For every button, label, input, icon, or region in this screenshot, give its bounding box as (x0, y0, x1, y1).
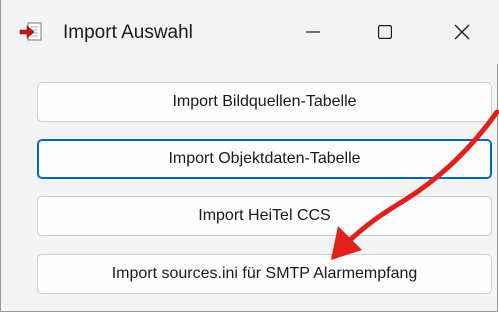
import-heitel-ccs-button[interactable]: Import HeiTel CCS (37, 196, 492, 236)
button-panel: Import Bildquellen-Tabelle Import Objekt… (11, 64, 492, 304)
minimize-button[interactable] (282, 0, 344, 64)
window-title: Import Auswahl (63, 22, 193, 43)
minimize-icon (306, 25, 320, 39)
import-objektdaten-button[interactable]: Import Objektdaten-Tabelle (37, 139, 492, 179)
import-sources-ini-button[interactable]: Import sources.ini für SMTP Alarmempfang (37, 254, 492, 294)
import-bildquellen-button[interactable]: Import Bildquellen-Tabelle (37, 82, 492, 122)
import-arrow-icon (19, 22, 43, 42)
import-auswahl-window: Import Auswahl Import Bildquellen-Tabell… (0, 0, 499, 312)
maximize-button[interactable] (354, 0, 416, 64)
maximize-icon (378, 25, 392, 39)
close-icon (454, 24, 470, 40)
title-bar[interactable]: Import Auswahl (1, 0, 499, 64)
close-button[interactable] (431, 0, 493, 64)
